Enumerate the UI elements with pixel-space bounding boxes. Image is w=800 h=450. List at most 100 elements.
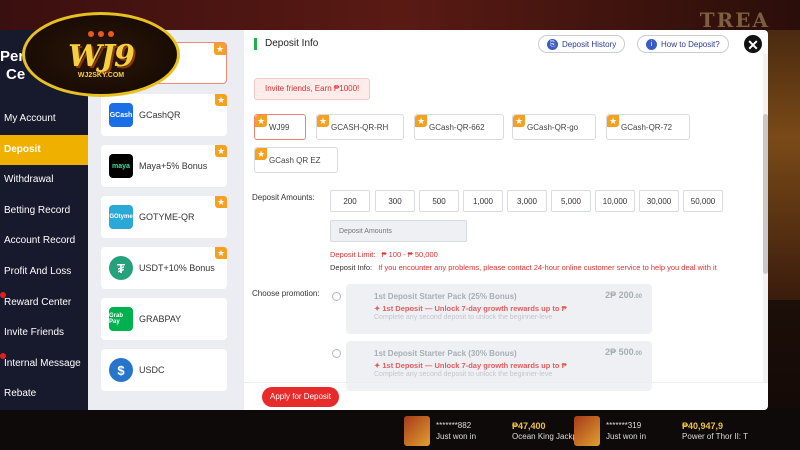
payment-method-label: GRABPAY (139, 314, 182, 324)
sidebar-item-reward-center[interactable]: Reward Center (0, 288, 88, 319)
jackpot-item[interactable]: *******882 Just won in ₱47,400 Ocean Kin… (404, 416, 584, 446)
jackpot-item[interactable]: *******319 Just won in ₱40,947,9 Power o… (574, 416, 748, 446)
sidebar-item-label: Rebate (4, 388, 37, 400)
close-button[interactable]: ✕ (742, 33, 764, 55)
sidebar-item-profit-and-loss[interactable]: Profit And Loss (0, 257, 88, 288)
promotion-option[interactable]: 1st Deposit Starter Pack (25% Bonus) ✦ 1… (332, 284, 652, 334)
star-icon: ★ (215, 94, 227, 106)
how-to-deposit-button[interactable]: i How to Deposit? (637, 35, 729, 53)
apply-for-deposit-button[interactable]: Apply for Deposit (262, 387, 339, 407)
sidebar-header-line: Ce (6, 66, 26, 83)
deposit-limit-value: ₱ 100 - ₱ 50,000 (381, 250, 438, 259)
channel-option[interactable]: ★ GCash QR EZ (254, 147, 338, 173)
promotion-tag: ✦ 1st Deposit — Unlock 7-day growth rewa… (374, 304, 567, 313)
jackpot-user: *******882 (436, 421, 472, 430)
promotion-radio[interactable] (332, 292, 341, 301)
brand-logo[interactable]: WJ9 WJ2SKY.COM (22, 12, 180, 97)
amount-option[interactable]: 500 (419, 190, 459, 212)
background-brand-text: TREA (699, 8, 770, 32)
payment-method-grabpay[interactable]: Grab Pay GRABPAY (101, 298, 227, 340)
sidebar-item-withdrawal[interactable]: Withdrawal (0, 165, 88, 196)
usdc-icon: $ (109, 358, 133, 382)
promotion-amount: 2₱ 200.00 (605, 290, 642, 300)
deposit-limit-label: Deposit Limit: (330, 250, 376, 259)
payment-method-label: USDT+10% Bonus (139, 263, 215, 273)
tether-icon: ₮ (109, 256, 133, 280)
button-label: Deposit History (562, 39, 617, 49)
star-icon: ★ (607, 115, 619, 127)
logo-sub-text: WJ2SKY.COM (77, 71, 125, 79)
promotion-description: Complete any second deposit to unlock th… (374, 314, 553, 321)
jackpot-game: Power of Thor II: T (682, 431, 748, 441)
channel-option[interactable]: ★ GCASH-QR-RH (316, 114, 404, 140)
deposit-history-button[interactable]: ⎘ Deposit History (538, 35, 626, 53)
payment-method-label: GOTYME-QR (139, 212, 195, 222)
jackpot-user: *******319 (606, 421, 642, 430)
amount-option[interactable]: 300 (375, 190, 415, 212)
promotion-amount-value: 2₱ 200 (605, 290, 634, 300)
amount-option[interactable]: 3,000 (507, 190, 547, 212)
sidebar-item-betting-record[interactable]: Betting Record (0, 196, 88, 227)
game-thumbnail (404, 416, 430, 446)
channel-option[interactable]: ★ GCash-QR-go (512, 114, 596, 140)
payment-method-gotyme[interactable]: GOtyme GOTYME-QR ★ (101, 196, 227, 238)
payment-method-gcashqr[interactable]: GCash GCashQR ★ (101, 94, 227, 136)
promotion-amount-cents: .00 (633, 351, 642, 357)
scrollbar-thumb[interactable] (763, 114, 768, 274)
deposit-panel: Deposit Info ⎘ Deposit History i How to … (244, 30, 768, 410)
logo-main-text: WJ9 (68, 38, 135, 74)
amount-option[interactable]: 50,000 (683, 190, 723, 212)
channel-option[interactable]: ★ GCash-QR-72 (606, 114, 690, 140)
notification-dot (0, 352, 6, 359)
deposit-info-value: If you encounter any problems, please co… (378, 263, 717, 272)
grabpay-icon: Grab Pay (109, 307, 133, 331)
channel-option[interactable]: ★ WJ99 (254, 114, 306, 140)
button-label: How to Deposit? (661, 39, 720, 49)
payment-method-usdc[interactable]: $ USDC (101, 349, 227, 391)
channel-label: GCash-QR-72 (621, 123, 673, 132)
channel-label: GCASH-QR-RH (331, 123, 389, 132)
star-icon: ★ (214, 43, 226, 55)
sidebar-item-internal-message[interactable]: Internal Message (0, 349, 88, 380)
jackpot-action: Just won in (606, 432, 647, 441)
promotion-amount-value: 2₱ 500 (605, 347, 634, 357)
channel-option[interactable]: ★ GCash-QR-662 (414, 114, 504, 140)
panel-scrollbar[interactable] (763, 54, 768, 382)
amount-option[interactable]: 200 (330, 190, 370, 212)
deposit-amount-input[interactable] (330, 220, 467, 242)
promotion-amount-cents: .00 (633, 294, 642, 300)
deposit-limit-line: Deposit Limit: ₱ 100 - ₱ 50,000 (330, 250, 438, 259)
background-game-art (768, 30, 800, 300)
promotion-radio[interactable] (332, 349, 341, 358)
sidebar-item-my-account[interactable]: My Account (0, 104, 88, 135)
amount-option[interactable]: 10,000 (595, 190, 635, 212)
sidebar-item-deposit[interactable]: Deposit (0, 134, 88, 166)
sidebar-item-account-record[interactable]: Account Record (0, 226, 88, 257)
star-icon: ★ (215, 247, 227, 259)
notification-dot (0, 291, 6, 298)
invite-banner[interactable]: Invite friends, Earn ₱1000! (254, 78, 371, 100)
star-icon: ★ (317, 115, 329, 127)
sidebar-item-label: Internal Message (4, 357, 81, 369)
payment-method-maya[interactable]: maya Maya+5% Bonus ★ (101, 145, 227, 187)
payment-method-usdt[interactable]: ₮ USDT+10% Bonus ★ (101, 247, 227, 289)
sidebar-nav: My Account Deposit Withdrawal Betting Re… (0, 104, 88, 410)
sidebar-item-label: Profit And Loss (4, 265, 72, 277)
jackpot-amount: ₱47,400 (512, 420, 546, 431)
gotyme-icon: GOtyme (109, 205, 133, 229)
channel-label: GCash-QR-662 (429, 123, 485, 132)
sidebar-item-rebate[interactable]: Rebate (0, 379, 88, 410)
sidebar-item-label: My Account (4, 113, 56, 124)
promotion-tag-text: 1st Deposit — Unlock 7-day growth reward… (382, 304, 567, 313)
amount-option[interactable]: 5,000 (551, 190, 591, 212)
star-icon: ★ (255, 115, 267, 127)
star-icon: ★ (255, 148, 267, 160)
game-thumbnail (574, 416, 600, 446)
amount-option[interactable]: 30,000 (639, 190, 679, 212)
history-icon: ⎘ (547, 38, 558, 50)
sidebar-item-invite-friends[interactable]: Invite Friends (0, 318, 88, 349)
amount-option[interactable]: 1,000 (463, 190, 503, 212)
star-icon: ★ (513, 115, 525, 127)
sidebar-item-label: Account Record (4, 235, 76, 247)
channel-label: GCash-QR-go (527, 123, 579, 132)
